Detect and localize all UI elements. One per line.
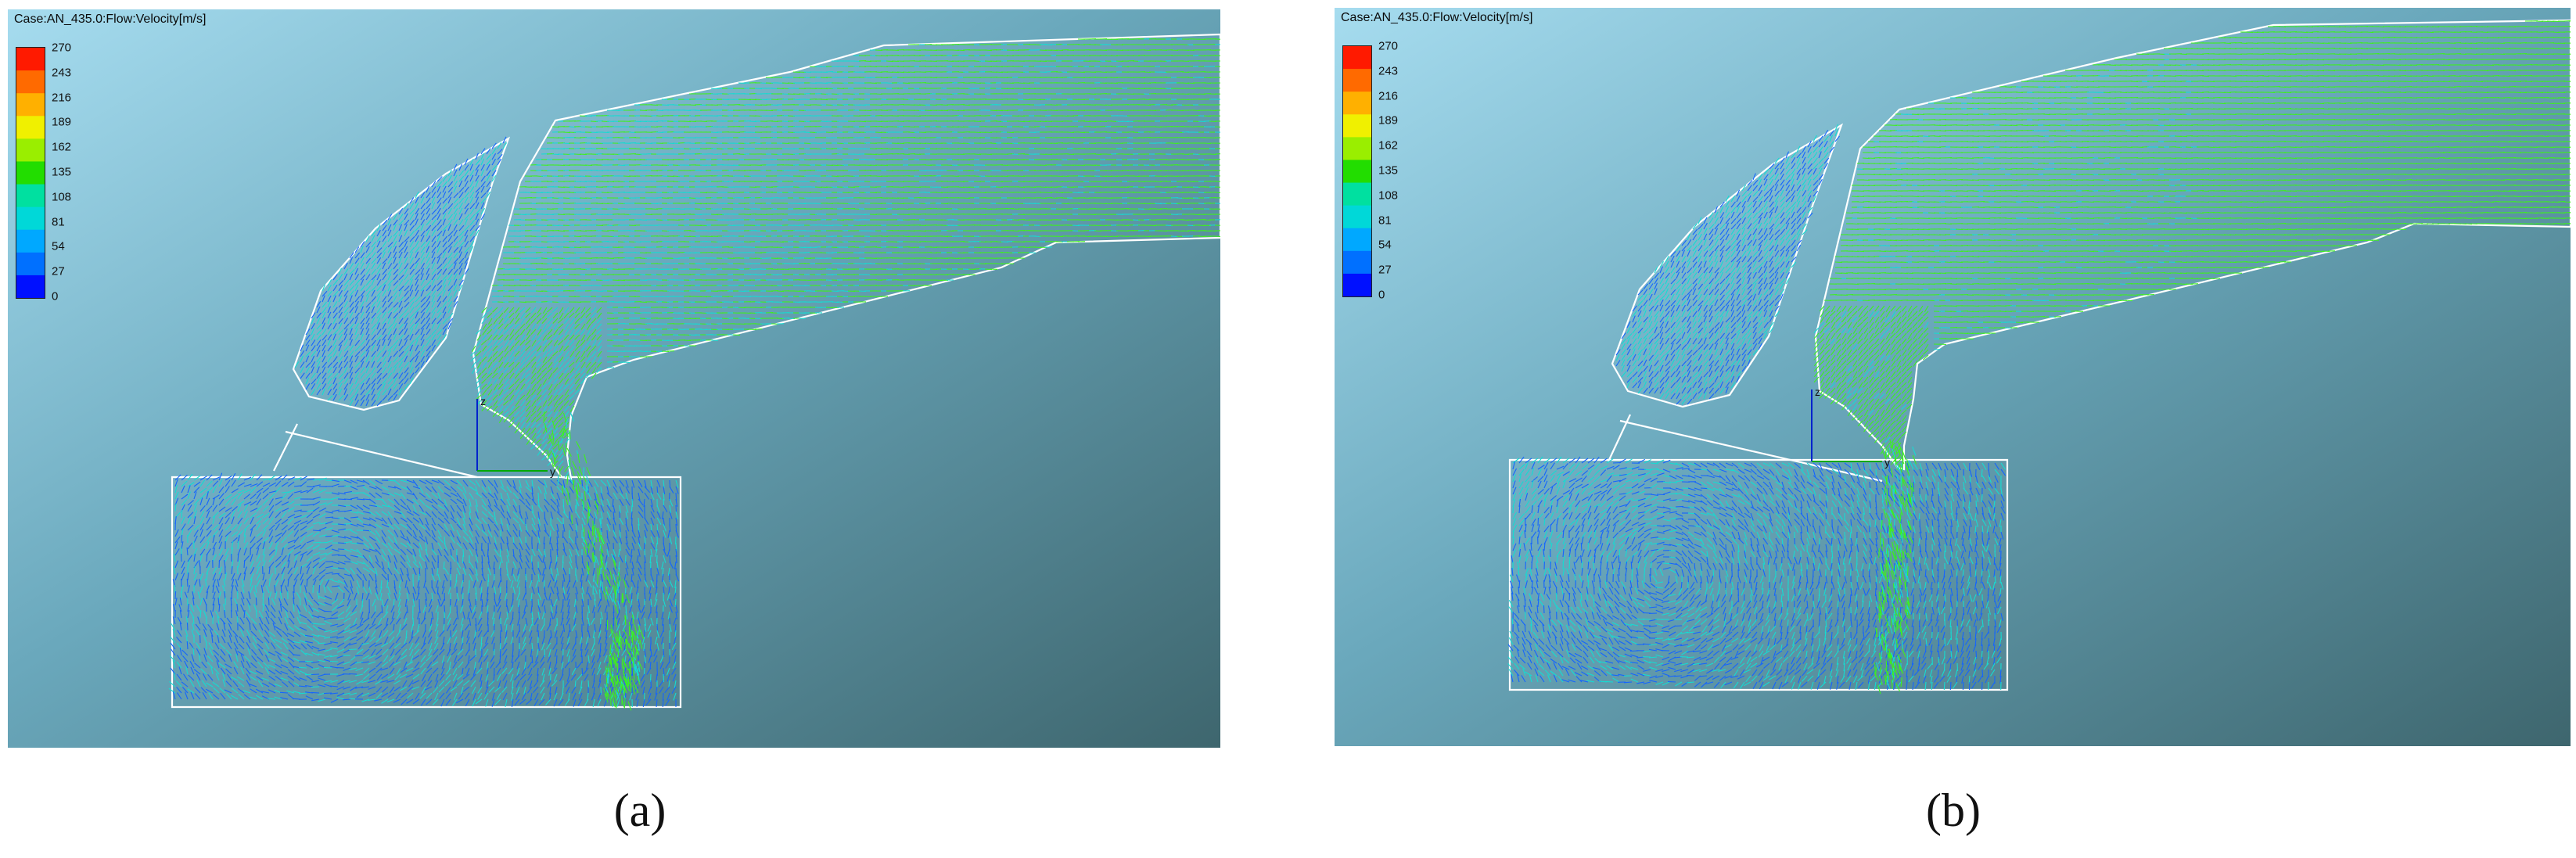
flow-scene-a: z y (8, 9, 1220, 748)
velocity-vector (623, 361, 631, 364)
background (8, 9, 1220, 748)
panel-a: z y Case:AN_435.0:Flow:Velocity[m/s] 270… (8, 9, 1220, 748)
